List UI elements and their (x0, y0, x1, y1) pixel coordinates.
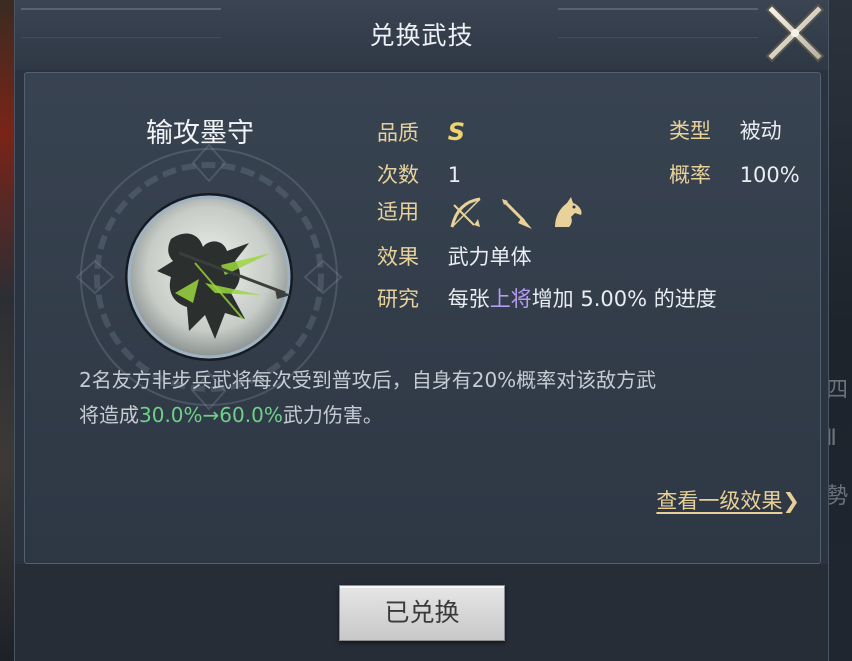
quality-label: 品质 (377, 121, 419, 145)
view-level-one-effect-link[interactable]: 查看一级效果❯ (656, 485, 800, 515)
research-row: 研究 每张上将增加 5.00% 的进度 (377, 283, 717, 313)
type-value: 被动 (739, 119, 782, 143)
description-prefix: 将造成 (79, 403, 139, 427)
background-right-panel: 四 Ⅱ 勢 (826, 0, 852, 661)
quality-row: 品质 S (377, 117, 465, 147)
skill-description: 2名友方非步兵武将每次受到普攻后，自身有20%概率对该敌方武 将造成30.0%→… (79, 363, 779, 433)
quality-value: S (447, 118, 465, 146)
close-icon (765, 3, 825, 63)
type-row: 类型 被动 (669, 115, 782, 145)
chevron-right-icon: ❯ (782, 489, 800, 513)
count-label: 次数 (377, 163, 419, 187)
research-label: 研究 (377, 287, 419, 311)
description-line-1: 2名友方非步兵武将每次受到普攻后，自身有20%概率对该敌方武 (79, 368, 657, 392)
dialog-title: 兑换武技 (369, 21, 474, 50)
description-damage-range: 30.0%→60.0% (139, 403, 283, 427)
background-glyph: 四 (826, 378, 849, 403)
rate-label: 概率 (669, 163, 711, 187)
effect-value: 武力单体 (447, 245, 532, 269)
dialog-header: 兑换武技 (15, 0, 828, 70)
description-line-2: 将造成30.0%→60.0%武力伤害。 (79, 398, 779, 433)
background-glyph: 勢 (826, 484, 849, 509)
rate-row: 概率 100% (669, 159, 800, 189)
count-value: 1 (447, 163, 462, 187)
link-label: 查看一级效果 (656, 489, 783, 513)
applicable-row: 适用 (377, 195, 593, 231)
research-suffix: 增加 5.00% 的进度 (531, 287, 717, 311)
research-highlight: 上将 (489, 287, 532, 311)
effect-row: 效果 武力单体 (377, 241, 532, 271)
spear-icon (498, 195, 534, 231)
horse-icon (549, 195, 585, 231)
rate-value: 100% (739, 163, 800, 187)
research-prefix: 每张 (447, 287, 490, 311)
type-label: 类型 (669, 119, 711, 143)
count-row: 次数 1 (377, 159, 461, 189)
applicable-label: 适用 (377, 200, 419, 224)
exchange-skill-dialog: 兑换武技 输攻墨守 品质 S 类型 被动 次数 1 概率 100% 适用 效果 … (14, 0, 829, 661)
description-suffix: 武力伤害。 (282, 403, 383, 427)
close-button[interactable] (764, 2, 826, 64)
exchanged-button[interactable]: 已兑换 (339, 585, 505, 641)
skill-detail-card: 输攻墨守 品质 S 类型 被动 次数 1 概率 100% 适用 效果 武力单体 … (24, 72, 821, 564)
bow-icon (448, 195, 484, 231)
effect-label: 效果 (377, 245, 419, 269)
